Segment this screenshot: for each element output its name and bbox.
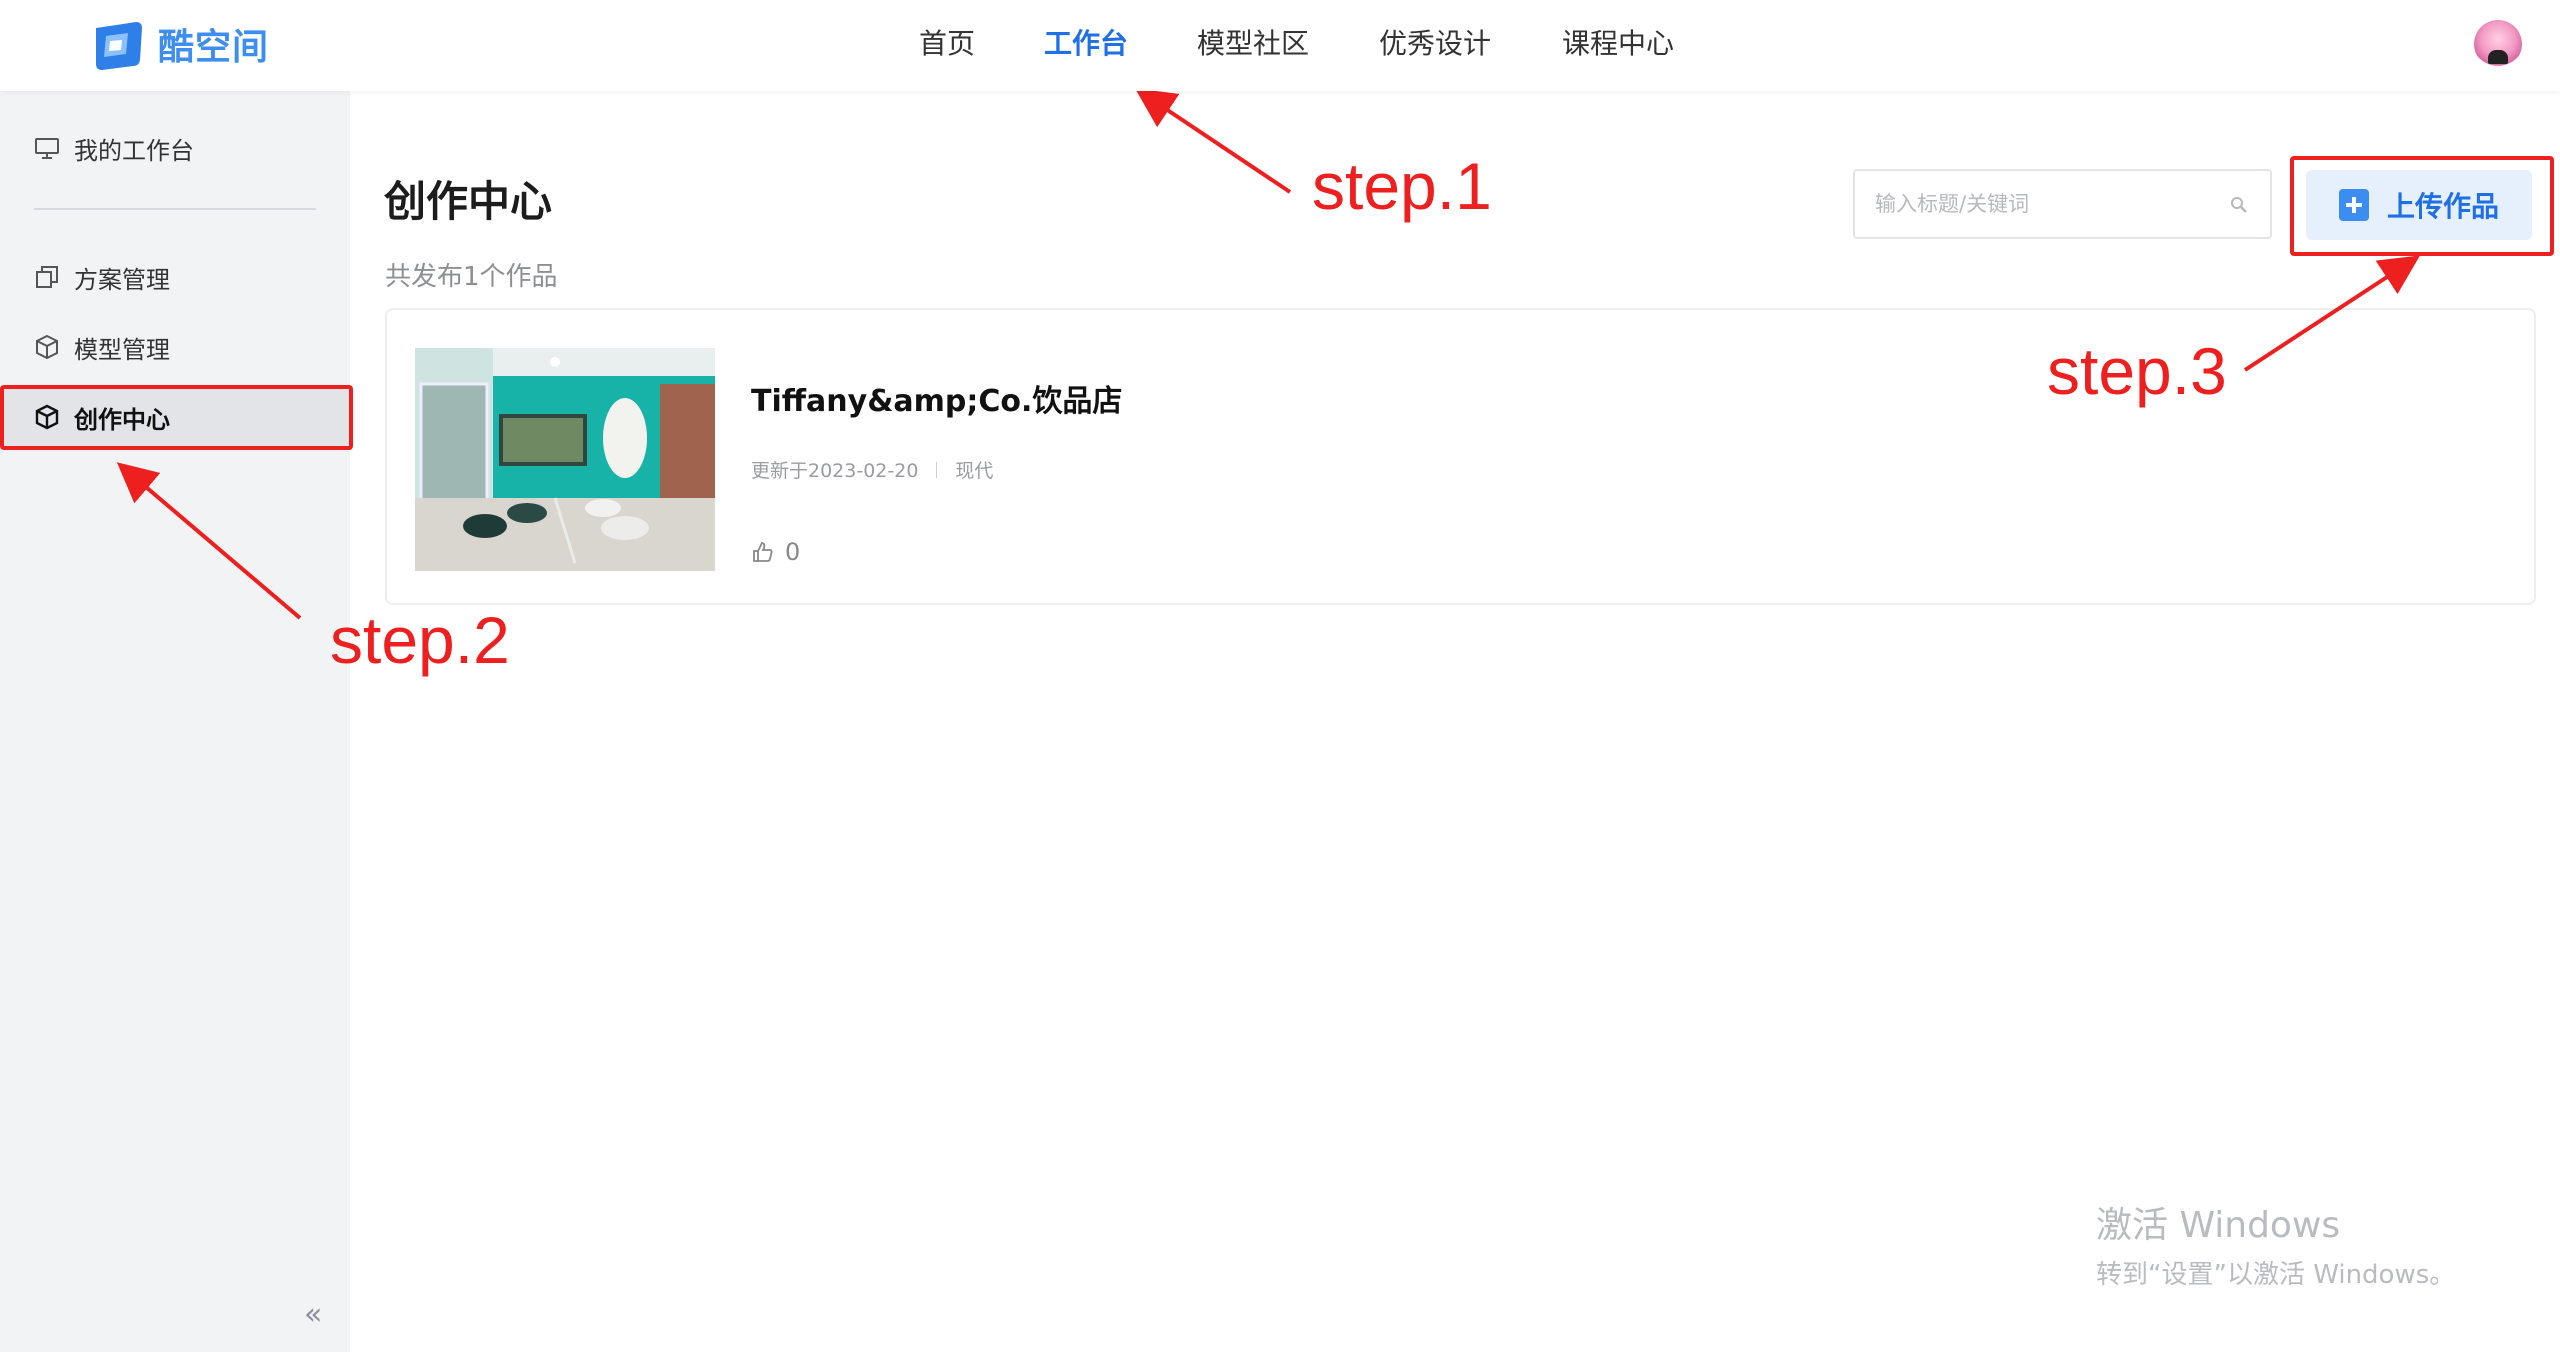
work-meta: 更新于2023-02-20 现代 [751,456,993,483]
cube-icon [36,334,58,360]
sidebar-divider [34,208,316,210]
cube-icon [35,404,59,430]
sidebar-item-label: 方案管理 [74,265,170,294]
meta-divider [936,461,938,478]
like-count: 0 [785,538,801,566]
avatar[interactable] [2474,20,2522,68]
like-counter[interactable]: 0 [751,538,800,566]
annotation-step-1: step.1 [1312,149,1492,223]
annotation-step-3: step.3 [2047,334,2227,408]
nav-course-center[interactable]: 课程中心 [1562,0,1674,91]
upload-work-button[interactable]: 上传作品 [2306,170,2532,240]
upload-button-label: 上传作品 [2386,190,2499,223]
sidebar-item-label: 创作中心 [74,405,170,434]
work-thumbnail[interactable] [415,348,715,571]
watermark-title: 激活 Windows [2096,1205,2341,1246]
logo-icon [96,22,142,70]
work-updated-date: 更新于2023-02-20 [751,460,919,482]
app-root: 酷空间 首页 工作台 模型社区 优秀设计 课程中心 我的工作台 方案管理 模型管… [0,0,2560,1352]
page-title: 创作中心 [384,177,553,226]
work-style-tag: 现代 [955,460,994,482]
nav-home[interactable]: 首页 [919,0,975,91]
annotation-step-2: step.2 [330,603,510,677]
sidebar: 我的工作台 方案管理 模型管理 创作中心 « [0,91,350,1352]
main-content [350,91,2560,1352]
nav-workbench[interactable]: 工作台 [1044,0,1128,91]
logo[interactable]: 酷空间 [88,14,269,74]
thumbs-up-icon [753,542,773,562]
monitor-icon [35,138,59,159]
interior-render-image [415,348,715,571]
collapse-sidebar-icon[interactable]: « [304,1297,322,1332]
search-input[interactable] [1875,171,2215,237]
top-navbar: 酷空间 首页 工作台 模型社区 优秀设计 课程中心 [0,0,2560,91]
add-file-icon [2338,189,2369,221]
watermark-subtitle: 转到“设置”以激活 Windows。 [2096,1260,2456,1290]
sidebar-item-my-workbench[interactable]: 我的工作台 [0,118,350,178]
sidebar-item-label: 我的工作台 [74,136,194,165]
logo-text: 酷空间 [158,27,270,68]
sidebar-item-model-management[interactable]: 模型管理 [0,317,350,377]
nav-model-community[interactable]: 模型社区 [1197,0,1309,91]
copy-icon [36,266,58,288]
search-box [1853,169,2272,239]
works-count: 共发布1个作品 [385,262,558,292]
sidebar-item-plan-management[interactable]: 方案管理 [0,247,350,307]
sidebar-item-creation-center[interactable]: 创作中心 [0,387,350,447]
sidebar-item-label: 模型管理 [74,335,170,364]
windows-activation-watermark: 激活 Windows 转到“设置”以激活 Windows。 [2096,1196,2455,1291]
nav-excellent-design[interactable]: 优秀设计 [1379,0,1491,91]
work-title[interactable]: Tiffany&amp;Co.饮品店 [751,376,1122,420]
search-icon[interactable] [2229,195,2249,215]
